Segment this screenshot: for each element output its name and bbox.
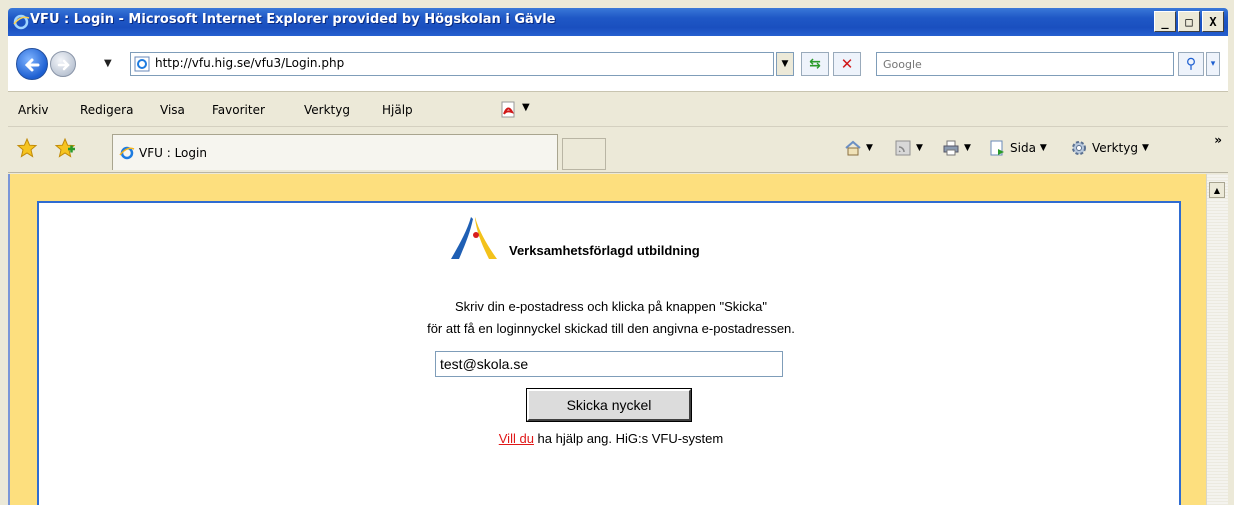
menu-favoriter[interactable]: Favoriter <box>212 103 265 117</box>
home-dropdown-icon[interactable]: ▼ <box>866 143 873 153</box>
feeds-icon <box>895 140 911 156</box>
email-field[interactable] <box>435 351 783 377</box>
favorites-star-icon[interactable] <box>16 137 38 159</box>
tab-title: VFU : Login <box>139 146 207 160</box>
pdf-dropdown-icon[interactable]: ▼ <box>522 102 530 113</box>
forward-button[interactable] <box>50 51 76 77</box>
feeds-dropdown-icon[interactable]: ▼ <box>916 143 923 153</box>
address-field[interactable]: http://vfu.hig.se/vfu3/Login.php <box>130 52 774 76</box>
feeds-button[interactable]: ▼ <box>894 139 923 157</box>
tab-vfu-login[interactable]: VFU : Login <box>112 134 558 170</box>
print-button[interactable]: ▼ <box>942 139 971 157</box>
help-text: Vill du ha hjälp ang. HiG:s VFU-system <box>39 431 1183 446</box>
menu-arkiv[interactable]: Arkiv <box>18 103 49 117</box>
menu-hjalp[interactable]: Hjälp <box>382 103 413 117</box>
pdf-icon[interactable] <box>498 100 518 120</box>
page-icon <box>134 56 150 72</box>
add-favorite-icon[interactable] <box>54 137 76 159</box>
vertical-scrollbar[interactable]: ▲ <box>1206 174 1228 505</box>
title-bar[interactable]: VFU : Login - Microsoft Internet Explore… <box>8 8 1228 36</box>
menu-visa[interactable]: Visa <box>160 103 185 117</box>
refresh-icon[interactable]: ⇆ <box>801 52 829 76</box>
search-icon[interactable]: ⚲ <box>1178 52 1204 76</box>
page-viewport: Verksamhetsförlagd utbildning Skriv din … <box>8 174 1228 505</box>
back-button[interactable] <box>16 48 48 80</box>
toolbar-overflow-icon[interactable]: » <box>1214 133 1222 147</box>
tools-menu-button[interactable]: Verktyg ▼ <box>1070 139 1149 157</box>
new-tab-button[interactable] <box>562 138 606 170</box>
url-text: http://vfu.hig.se/vfu3/Login.php <box>155 56 345 70</box>
back-arrow-icon <box>24 58 40 72</box>
print-dropdown-icon[interactable]: ▼ <box>964 143 971 153</box>
logo-text: Verksamhetsförlagd utbildning <box>509 243 700 258</box>
forward-arrow-icon <box>57 59 70 71</box>
hig-logo <box>451 217 497 259</box>
menu-bar: Arkiv Redigera Visa Favoriter Verktyg Hj… <box>8 93 1228 127</box>
page-menu-button[interactable]: Sida ▼ <box>988 139 1047 157</box>
tools-dropdown-icon: ▼ <box>1141 143 1149 153</box>
search-options-icon[interactable]: ▾ <box>1206 52 1220 76</box>
gear-icon <box>1072 141 1086 155</box>
menu-verktyg[interactable]: Verktyg <box>304 103 350 117</box>
home-icon <box>845 140 861 156</box>
window-title: VFU : Login - Microsoft Internet Explore… <box>30 12 556 27</box>
stop-icon[interactable]: ✕ <box>833 52 861 76</box>
address-dropdown-icon[interactable]: ▼ <box>776 52 794 76</box>
ie-logo-icon <box>13 14 30 30</box>
menu-redigera[interactable]: Redigera <box>80 103 133 117</box>
tab-bar: VFU : Login ▼ ▼ ▼ Sida ▼ Verktyg ▼ » <box>8 127 1228 173</box>
login-panel: Verksamhetsförlagd utbildning Skriv din … <box>37 201 1181 505</box>
close-button[interactable]: X <box>1202 11 1224 32</box>
history-dropdown-icon[interactable]: ▼ <box>104 58 112 69</box>
page-dropdown-icon: ▼ <box>1039 143 1047 153</box>
maximize-button[interactable]: □ <box>1178 11 1200 32</box>
instruction-line-1: Skriv din e-postadress och klicka på kna… <box>455 299 767 314</box>
minimize-button[interactable]: _ <box>1154 11 1176 32</box>
page-icon <box>990 140 1004 156</box>
scroll-up-icon[interactable]: ▲ <box>1209 182 1225 198</box>
help-text-rest: ha hjälp ang. HiG:s VFU-system <box>533 431 724 446</box>
home-button[interactable]: ▼ <box>844 139 873 157</box>
tools-menu-label: Verktyg <box>1092 141 1138 155</box>
instruction-line-2: för att få en loginnyckel skickad till d… <box>427 321 795 336</box>
search-box[interactable] <box>876 52 1174 76</box>
print-icon <box>943 140 959 156</box>
page-menu-label: Sida <box>1010 141 1036 155</box>
ie-logo-icon <box>119 146 135 160</box>
send-key-button[interactable]: Skicka nyckel <box>526 388 692 422</box>
help-link[interactable]: Vill du <box>499 431 534 446</box>
address-row: ▼ http://vfu.hig.se/vfu3/Login.php ▼ ⇆ ✕… <box>8 36 1228 92</box>
browser-window: VFU : Login - Microsoft Internet Explore… <box>0 0 1234 505</box>
search-input[interactable] <box>877 53 1173 75</box>
